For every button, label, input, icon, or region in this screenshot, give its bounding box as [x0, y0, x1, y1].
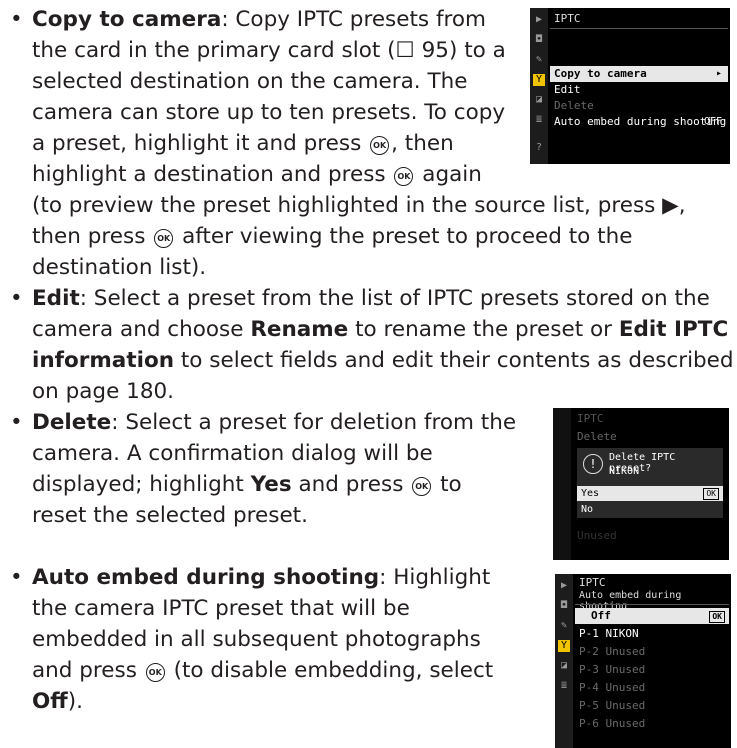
bullet: • — [10, 565, 23, 590]
retouch-menu-icon: ◪ — [535, 94, 543, 105]
menu-title: IPTC — [577, 412, 604, 425]
menu-title: IPTC — [579, 576, 606, 589]
preset-p4[interactable]: P-4 Unused — [575, 680, 729, 696]
shooting-menu-icon: ◘ — [560, 600, 568, 611]
menu-item-copy-to-camera[interactable]: Copy to camera ▸ — [550, 66, 728, 82]
bullet: • — [10, 410, 23, 435]
yes-option[interactable]: Yes OK — [577, 486, 723, 501]
confirm-dialog: ! Delete IPTC preset? NIKON Yes OK No — [577, 448, 723, 518]
item-edit-line4: on page 180. — [32, 379, 175, 404]
ok-button-icon: OK — [370, 136, 390, 155]
menu-item-delete[interactable]: Delete — [550, 98, 728, 114]
option-off[interactable]: Off OK — [575, 608, 729, 624]
custom-menu-icon: ✎ — [560, 620, 568, 631]
item-copy-line6: highlight a destination and press OK aga… — [32, 162, 482, 187]
preset-p2[interactable]: P-2 Unused — [575, 644, 729, 660]
item-delete-line4: reset the selected preset. — [32, 503, 308, 528]
bullet: • — [10, 7, 23, 32]
item-edit-line1: Edit: Select a preset from the list of I… — [32, 286, 710, 311]
term-rename: Rename — [250, 317, 349, 342]
item-edit-line3: information to select fields and edit th… — [32, 348, 734, 373]
term-auto-embed: Auto embed during shooting — [32, 565, 380, 590]
ok-badge: OK — [709, 611, 725, 623]
preset-p1[interactable]: P-1 NIKON — [575, 626, 729, 642]
term-edit-iptc: Edit IPTC — [618, 317, 729, 342]
ok-button-icon: OK — [412, 477, 432, 496]
term-off: Off — [32, 689, 68, 714]
item-auto-line4: and press OK (to disable embedding, sele… — [32, 658, 494, 683]
menu-item-edit[interactable]: Edit — [550, 82, 728, 98]
preset-p3[interactable]: P-3 Unused — [575, 662, 729, 678]
item-delete-line2: camera. A confirmation dialog will be — [32, 441, 433, 466]
menu-title: IPTC — [554, 12, 581, 25]
preset-p5[interactable]: P-5 Unused — [575, 698, 729, 714]
ok-button-icon: OK — [154, 229, 174, 248]
item-auto-line2: the camera IPTC preset that will be — [32, 596, 410, 621]
item-copy-line1: Copy to camera: Copy IPTC presets from — [32, 7, 486, 32]
term-edit: Edit — [32, 286, 80, 311]
bullet: • — [10, 286, 23, 311]
term-yes: Yes — [250, 472, 292, 497]
item-copy-line2: the card in the primary card slot (☐ 95)… — [32, 38, 506, 63]
ok-badge: OK — [703, 488, 719, 500]
divider — [550, 28, 728, 29]
my-menu-icon: ≣ — [560, 680, 568, 691]
camera-screen-auto-embed: ▶ ◘ ✎ Y ◪ ≣ IPTC Auto embed during shoot… — [555, 574, 731, 748]
menu-sidebar — [530, 8, 548, 164]
arrow-right-icon: ▸ — [715, 68, 722, 79]
item-copy-line8: then press OK after viewing the preset t… — [32, 224, 633, 249]
auto-embed-value: OFF — [703, 116, 722, 127]
setup-menu-icon: Y — [558, 640, 570, 652]
playback-menu-icon: ▶ — [535, 14, 543, 25]
my-menu-icon: ≣ — [535, 114, 543, 125]
item-edit-line2: camera and choose Rename to rename the p… — [32, 317, 729, 342]
item-delete-line1: Delete: Select a preset for deletion fro… — [32, 410, 517, 435]
item-copy-line9: destination list). — [32, 255, 207, 280]
item-delete-line3: displayed; highlight Yes and press OK to — [32, 472, 462, 497]
shooting-menu-icon: ◘ — [535, 34, 543, 45]
faded-row: Unused — [577, 529, 617, 542]
retouch-menu-icon: ◪ — [560, 660, 568, 671]
custom-menu-icon: ✎ — [535, 54, 543, 65]
ok-button-icon: OK — [145, 663, 165, 682]
no-option[interactable]: No — [577, 502, 723, 517]
item-copy-line5: a preset, highlight it and press OK, the… — [32, 131, 454, 156]
term-delete: Delete — [32, 410, 112, 435]
playback-menu-icon: ▶ — [560, 580, 568, 591]
camera-screen-delete: IPTC Delete ! Delete IPTC preset? NIKON … — [553, 408, 729, 560]
term-information: information — [32, 348, 175, 373]
item-copy-line4: camera can store up to ten presets. To c… — [32, 100, 506, 125]
menu-item-auto-embed[interactable]: Auto embed during shooting OFF — [550, 114, 728, 130]
item-copy-line7: (to preview the preset highlighted in th… — [32, 193, 686, 218]
menu-sidebar — [553, 408, 571, 560]
camera-screen-copy: ▶ ◘ ✎ Y ◪ ≣ ? IPTC Copy to camera ▸ Edit … — [530, 8, 730, 164]
book-icon: ☐ — [395, 38, 415, 63]
help-icon: ? — [535, 142, 543, 153]
term-copy-to-camera: Copy to camera — [32, 7, 222, 32]
item-auto-line1: Auto embed during shooting: Highlight — [32, 565, 491, 590]
setup-menu-icon: Y — [533, 74, 545, 86]
preset-name: NIKON — [609, 466, 640, 477]
item-auto-line3: embedded in all subsequent photographs — [32, 627, 481, 652]
item-auto-line5: Off). — [32, 689, 83, 714]
menu-subtitle: Delete — [577, 430, 617, 443]
warning-icon: ! — [583, 454, 603, 474]
divider — [575, 604, 729, 605]
preset-p6[interactable]: P-6 Unused — [575, 716, 729, 732]
ok-button-icon: OK — [394, 167, 414, 186]
item-copy-line3: selected destination on the camera. The — [32, 69, 468, 94]
